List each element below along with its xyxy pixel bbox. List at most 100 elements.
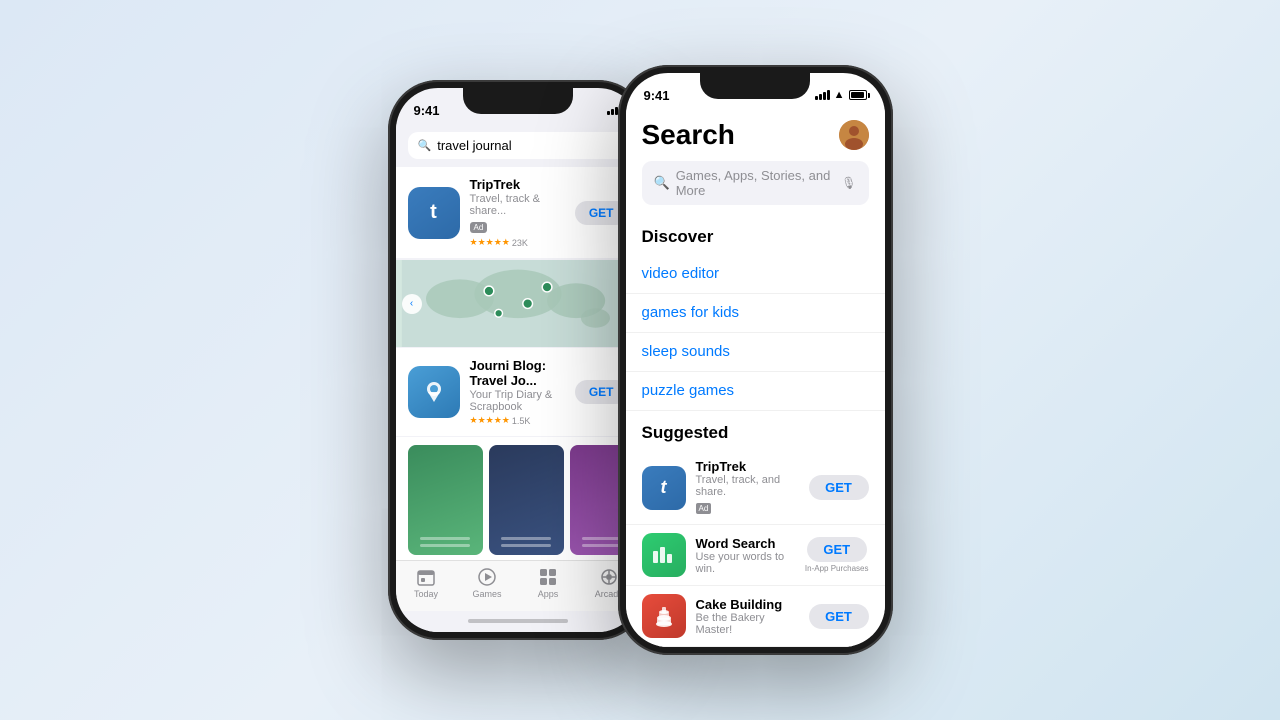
triptrek-info: TripTrek Travel, track & share... Ad ★★★… [470,177,565,248]
app-result-triptrek[interactable]: t TripTrek Travel, track & share... Ad ★… [396,167,640,258]
triptrek-stars-row: ★★★★★ 23K [470,237,565,248]
discover-link-3: puzzle games [642,382,735,399]
suggested-cakebuilding[interactable]: Cake Building Be the Bakery Master! GET [626,586,885,647]
left-phone-screen: 9:41 🔍 travel journal [396,88,640,632]
journi-name: Journi Blog: Travel Jo... [470,358,565,388]
screenshot-2-inner [489,445,564,555]
sugg-triptrek-ad: Ad [696,503,712,514]
triptrek-icon: t [408,187,460,239]
status-icons-right: ▲ [815,89,867,101]
app-result-journi[interactable]: Journi Blog: Travel Jo... Your Trip Diar… [396,348,640,436]
triptrek-icon-letter: t [661,477,667,498]
search-query-text: travel journal [437,138,511,153]
ss-line-3 [501,537,551,540]
sugg-cakebuilding-name: Cake Building [696,597,799,612]
search-magnifier: 🔍 [654,175,670,191]
triptrek-stars: ★★★★★ [470,237,510,248]
discover-item-0[interactable]: video editor [626,255,885,294]
discover-link-2: sleep sounds [642,343,730,360]
discover-item-2[interactable]: sleep sounds [626,333,885,372]
app-result-top: t TripTrek Travel, track & share... Ad ★… [408,177,628,248]
screenshot-2 [489,445,564,555]
discover-link-0: video editor [642,265,720,282]
ad-badge-triptrek: Ad [470,222,488,233]
right-screen-content: Search 🔍 Games, Apps, Stories, and More … [626,109,885,647]
suggested-triptrek[interactable]: t TripTrek Travel, track, and share. Ad … [626,451,885,525]
sugg-wordsearch-info: Word Search Use your words to win. [696,536,795,575]
notch-left [463,88,573,114]
search-bar[interactable]: 🔍 travel journal [408,132,628,159]
discover-title: Discover [626,215,885,255]
rbar3 [823,92,826,100]
map-svg [396,260,640,347]
journi-desc: Your Trip Diary & Scrapbook [470,389,565,413]
battery-icon-right [849,90,867,100]
tab-apps-left[interactable]: Apps [518,567,579,599]
battery-fill [851,92,865,98]
signal-right [815,90,830,100]
tab-bar-left: Today Games [396,560,640,611]
time-right: 9:41 [644,88,670,103]
time-left: 9:41 [414,103,440,118]
sugg-triptrek-get-btn[interactable]: GET [809,475,869,500]
triptrek-letter: t [430,201,437,224]
arcade-icon-left [599,567,619,587]
sugg-wordsearch-btn-container: GET In-App Purchases [805,537,869,573]
sugg-wordsearch-desc: Use your words to win. [696,551,795,575]
triptrek-rating: 23K [512,238,528,248]
screenshot-strip [396,437,640,560]
rbar2 [819,94,822,100]
tab-games-left[interactable]: Games [457,567,518,599]
ss-line-4 [501,544,551,547]
tab-games-label-left: Games [472,589,501,599]
cakebuilding-icon-svg [650,602,678,630]
sugg-wordsearch-name: Word Search [696,536,795,551]
avatar-image [839,120,869,150]
user-avatar[interactable] [839,120,869,150]
search-placeholder-text: Games, Apps, Stories, and More [676,168,836,198]
ss-line-2 [420,544,470,547]
wifi-icon-right: ▲ [834,89,845,101]
search-input-field[interactable]: 🔍 Games, Apps, Stories, and More 🎙 [642,161,869,205]
nav-arrow-left[interactable]: ‹ [402,294,422,314]
rbar1 [815,96,818,100]
notch-right [700,73,810,99]
left-screen-content: 🔍 travel journal t TripTrek Travel, trac… [396,124,640,632]
sugg-cakebuilding-desc: Be the Bakery Master! [696,612,799,636]
screenshot-1-inner [408,445,483,555]
suggested-title: Suggested [626,411,885,451]
sugg-cakebuilding-info: Cake Building Be the Bakery Master! [696,597,799,636]
journi-icon-svg [420,378,448,406]
home-indicator-left [396,611,640,632]
sugg-triptrek-desc: Travel, track, and share. [696,474,799,498]
sugg-triptrek-name: TripTrek [696,459,799,474]
tab-today-left[interactable]: Today [396,567,457,599]
rbar4 [827,90,830,100]
sugg-cakebuilding-icon [642,594,686,638]
triptrek-desc: Travel, track & share... [470,193,565,217]
discover-item-3[interactable]: puzzle games [626,372,885,411]
sugg-triptrek-icon: t [642,466,686,510]
sugg-cakebuilding-get-btn[interactable]: GET [809,604,869,629]
sugg-triptrek-info: TripTrek Travel, track, and share. Ad [696,459,799,516]
journi-stars-row: ★★★★★ 1.5K [470,415,565,426]
discover-item-1[interactable]: games for kids [626,294,885,333]
tab-today-label-left: Today [414,589,438,599]
journi-rating: 1.5K [512,416,531,426]
today-icon-left [416,567,436,587]
journi-info: Journi Blog: Travel Jo... Your Trip Diar… [470,358,565,426]
map-banner: ‹ [396,260,640,347]
left-phone: 9:41 🔍 travel journal [388,80,648,640]
search-page-title: Search [642,119,735,151]
mic-icon: 🎙 [841,176,856,190]
sugg-wordsearch-get-btn[interactable]: GET [807,537,867,562]
suggested-wordsearch[interactable]: Word Search Use your words to win. GET I… [626,525,885,586]
apps-icon-left [538,567,558,587]
ss-line-1 [420,537,470,540]
games-icon-left [477,567,497,587]
journi-stars: ★★★★★ [470,415,510,426]
triptrek-name: TripTrek [470,177,565,192]
journi-icon [408,366,460,418]
tab-apps-label-left: Apps [538,589,559,599]
search-bar-area: 🔍 travel journal [396,124,640,167]
